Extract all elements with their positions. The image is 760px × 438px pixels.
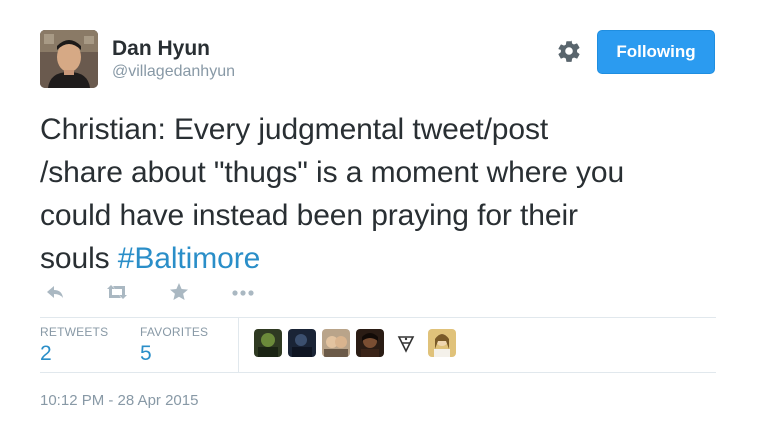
favoriter-avatar[interactable]	[356, 329, 384, 357]
favoriter-avatar[interactable]	[254, 329, 282, 357]
reply-icon[interactable]	[44, 281, 66, 303]
tweet-card: Dan Hyun @villagedanhyun Following Chris…	[0, 0, 760, 438]
favorite-star-icon[interactable]	[168, 281, 190, 303]
tweet-text-line: souls #Baltimore	[40, 237, 730, 280]
retweets-count[interactable]: 2	[40, 342, 52, 366]
author-handle[interactable]: @villagedanhyun	[112, 63, 235, 81]
favorites-label: FAVORITES	[140, 325, 209, 339]
favoriter-avatar[interactable]	[288, 329, 316, 357]
tweet-text: Christian: Every judgmental tweet/post /…	[40, 108, 730, 280]
hashtag-link[interactable]: #Baltimore	[118, 242, 261, 275]
favorites-count[interactable]: 5	[140, 342, 152, 366]
author-name[interactable]: Dan Hyun	[112, 37, 210, 61]
retweets-label: RETWEETS	[40, 325, 109, 339]
favoriter-avatar[interactable]	[322, 329, 350, 357]
tweet-text-line: could have instead been praying for thei…	[40, 199, 578, 232]
tweet-timestamp[interactable]: 10:12 PM - 28 Apr 2015	[40, 392, 198, 409]
favoriter-avatar[interactable]	[394, 329, 418, 357]
following-button[interactable]: Following	[597, 30, 715, 74]
stats-divider	[238, 318, 239, 372]
gear-icon[interactable]	[556, 38, 582, 64]
tweet-text-line: /share about "thugs" is a moment where y…	[40, 156, 625, 189]
author-avatar[interactable]	[40, 30, 98, 88]
tweet-text-fragment: souls	[40, 242, 118, 275]
divider	[40, 317, 716, 318]
divider	[40, 372, 716, 373]
more-options-icon[interactable]	[230, 281, 256, 303]
retweet-icon[interactable]	[104, 281, 130, 303]
favoriter-avatar[interactable]	[428, 329, 456, 357]
tweet-text-line: Christian: Every judgmental tweet/post	[40, 113, 549, 146]
